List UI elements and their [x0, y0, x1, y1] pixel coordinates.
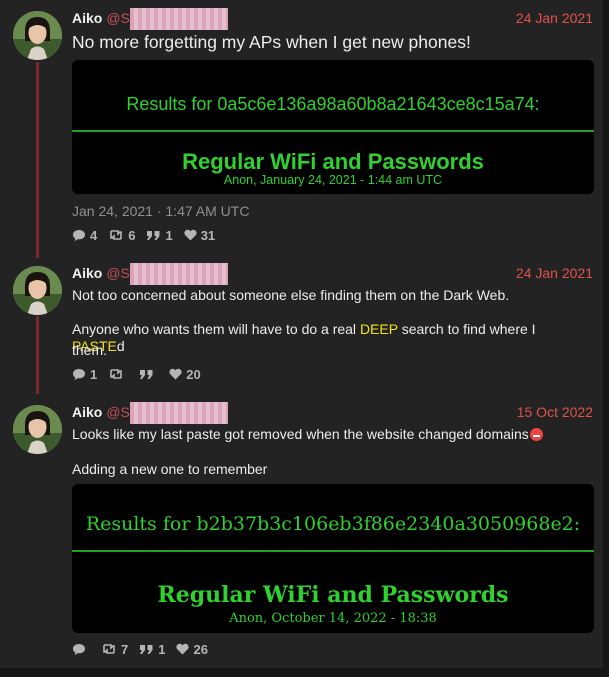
angry-emoji-icon: [529, 428, 543, 441]
avatar-image: [13, 266, 62, 315]
avatar-image: [13, 11, 62, 60]
avatar[interactable]: [13, 405, 62, 454]
quote-count: 1: [158, 641, 166, 657]
tweet-header: Aiko @Sa 24 Jan 2021: [72, 8, 593, 30]
author-name[interactable]: Aiko: [72, 404, 102, 420]
paste-image-card[interactable]: Results for b2b37b3c106eb3f86e2340a30509…: [72, 484, 594, 633]
retweet-icon: [110, 230, 123, 240]
tweet: Aiko @Sa 24 Jan 2021 No more forgetting m…: [0, 8, 603, 260]
retweet-button[interactable]: [108, 368, 128, 380]
tweet-stats: 1 20: [72, 366, 212, 382]
paste-title: Regular WiFi and Passwords: [157, 582, 509, 608]
avatar[interactable]: [13, 11, 62, 60]
like-button[interactable]: 31: [184, 228, 215, 243]
avatar[interactable]: [13, 266, 62, 315]
paste-image-card[interactable]: Results for 0a5c6e136a98a60b8a21643ce8c1…: [72, 60, 594, 194]
author-name[interactable]: Aiko: [72, 10, 102, 26]
reply-button[interactable]: 4: [72, 228, 97, 243]
author-name[interactable]: Aiko: [72, 265, 102, 281]
tweet-text-line: Looks like my last paste got removed whe…: [72, 426, 591, 443]
tweet-date[interactable]: 24 Jan 2021: [516, 265, 593, 281]
redaction-mask: [130, 8, 228, 30]
reply-count: 1: [90, 366, 98, 382]
heart-icon: [184, 229, 197, 241]
comment-icon: [73, 368, 85, 380]
heart-icon: [176, 643, 190, 655]
tweet-timestamp[interactable]: Jan 24, 2021 · 1:47 AM UTC: [72, 203, 249, 219]
tweet-text-line: Not too concerned about someone else fin…: [72, 287, 510, 303]
retweet-button[interactable]: 7: [101, 642, 128, 657]
text-fragment: Anyone who wants them will have to do a …: [72, 321, 360, 337]
reply-count: 4: [90, 227, 98, 243]
quote-button[interactable]: [139, 369, 158, 380]
like-count: 20: [186, 366, 201, 382]
paste-subtitle: Anon, October 14, 2022 - 18:38: [229, 611, 437, 626]
like-count: 31: [200, 227, 216, 243]
comment-icon: [73, 643, 85, 655]
like-count: 26: [193, 641, 208, 657]
redaction-mask: [130, 402, 228, 424]
heart-icon: [169, 368, 182, 380]
tweet-header: Aiko @Sa 24 Jan 2021: [72, 263, 593, 285]
reply-button[interactable]: [72, 643, 90, 656]
paste-title: Regular WiFi and Passwords: [182, 149, 484, 174]
tweet-stats: 7 1 26: [72, 641, 219, 657]
reply-button[interactable]: 1: [72, 367, 97, 382]
redaction-mask: [130, 263, 228, 285]
quote-icon: [140, 644, 153, 654]
text-fragment: Looks like my last paste got removed whe…: [72, 426, 529, 442]
paste-results-heading: Results for b2b37b3c106eb3f86e2340a30509…: [85, 513, 581, 535]
tweet-header: Aiko @S 15 Oct 2022: [72, 402, 593, 424]
tweet-text-line: Adding a new one to remember: [72, 461, 268, 477]
tweet-date[interactable]: 15 Oct 2022: [517, 404, 593, 420]
paste-results-heading: Results for 0a5c6e136a98a60b8a21643ce8c1…: [126, 94, 540, 114]
thread-container: Aiko @Sa 24 Jan 2021 No more forgetting m…: [0, 0, 603, 668]
tweet: Aiko @Sa 24 Jan 2021 Not too concerned ab…: [0, 263, 603, 390]
like-button[interactable]: 26: [176, 641, 208, 657]
tweet-date[interactable]: 24 Jan 2021: [516, 10, 593, 26]
highlighted-word: DEEP: [359, 321, 398, 337]
retweet-icon: [103, 644, 115, 654]
tweet-text-line: them.: [72, 342, 108, 358]
avatar-image: [13, 405, 62, 454]
divider-line: [72, 130, 594, 132]
quote-button[interactable]: 1: [139, 642, 165, 657]
quote-button[interactable]: 1: [146, 227, 173, 243]
retweet-count: 6: [128, 227, 136, 243]
paste-subtitle: Anon, January 24, 2021 - 1:44 am UTC: [223, 173, 443, 187]
tweet-text: No more forgetting my APs when I get new…: [72, 32, 471, 52]
retweet-icon: [110, 369, 123, 379]
retweet-count: 7: [121, 641, 129, 657]
divider-line: [72, 550, 594, 552]
quote-icon: [147, 230, 160, 240]
like-button[interactable]: 20: [169, 366, 201, 382]
retweet-button[interactable]: 6: [108, 228, 135, 243]
tweet: Aiko @S 15 Oct 2022 Looks like my last pa…: [0, 402, 603, 664]
text-fragment: search to find where I: [397, 321, 536, 337]
quote-count: 1: [165, 227, 173, 243]
comment-icon: [73, 229, 85, 241]
author-handle[interactable]: @S: [106, 404, 130, 420]
tweet-stats: 4 6 1 31: [72, 227, 226, 243]
quote-icon: [140, 369, 153, 379]
